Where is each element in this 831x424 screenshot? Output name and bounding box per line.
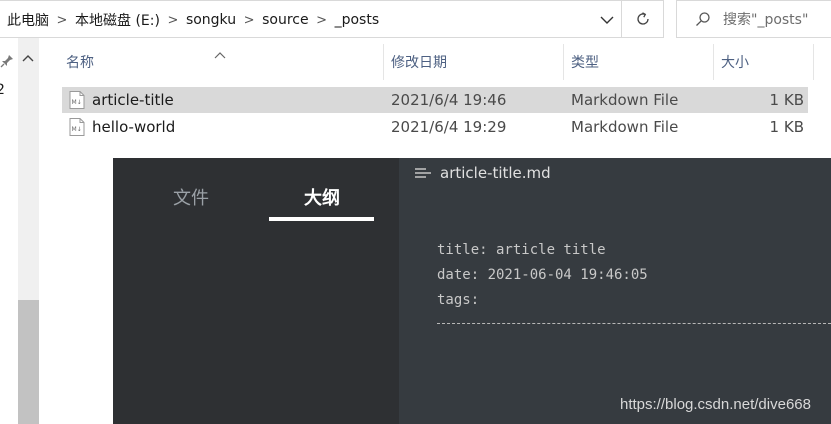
front-matter-line[interactable]: tags: (437, 292, 479, 308)
markdown-file-icon: M↓ (69, 118, 85, 140)
chevron-right-icon[interactable]: > (311, 13, 333, 28)
column-header-name[interactable]: 名称 (60, 44, 94, 80)
typora-sidebar: 文件 大纲 (113, 158, 399, 424)
tab-files[interactable]: 文件 (173, 184, 209, 210)
search-icon (695, 11, 711, 27)
breadcrumb: 此电脑 > 本地磁盘 (E:) > songku > source > _pos… (5, 1, 381, 39)
chevron-right-icon[interactable]: > (162, 13, 184, 28)
breadcrumb-local-disk[interactable]: 本地磁盘 (E:) (73, 10, 162, 30)
chevron-right-icon[interactable]: > (238, 13, 260, 28)
breadcrumb-this-pc[interactable]: 此电脑 (5, 10, 51, 30)
pin-icon (0, 53, 14, 72)
file-type: Markdown File (571, 91, 679, 109)
file-size: 1 KB (769, 91, 804, 109)
typora-window: 文件 大纲 article-title.md title: article ti… (113, 158, 831, 424)
file-list-scrollbar[interactable] (815, 38, 831, 158)
active-tab-indicator (269, 217, 374, 221)
document-title-bar: article-title.md (414, 164, 551, 182)
front-matter-divider (437, 323, 831, 324)
column-divider[interactable] (813, 44, 814, 80)
column-header-type[interactable]: 类型 (565, 44, 599, 80)
column-header-size[interactable]: 大小 (715, 44, 749, 80)
column-divider[interactable] (713, 44, 714, 80)
markdown-file-icon: M↓ (69, 91, 85, 113)
nav-scroll-up-button[interactable] (22, 48, 34, 67)
file-type: Markdown File (571, 118, 679, 136)
nav-item-partial[interactable]: 2 (0, 82, 5, 98)
file-name: article-title (92, 91, 174, 109)
file-row[interactable]: M↓ hello-world 2021/6/4 19:29 Markdown F… (62, 114, 808, 140)
search-input[interactable]: 搜索"_posts" (676, 0, 831, 38)
search-placeholder: 搜索"_posts" (723, 12, 809, 28)
chevron-down-icon (600, 16, 614, 24)
svg-text:M↓: M↓ (72, 99, 82, 106)
front-matter-line[interactable]: title: article title (437, 242, 606, 258)
breadcrumb-posts[interactable]: _posts (333, 12, 382, 28)
file-row[interactable]: M↓ article-title 2021/6/4 19:46 Markdown… (62, 87, 808, 113)
breadcrumb-songku[interactable]: songku (184, 12, 238, 28)
tab-outline[interactable]: 大纲 (304, 184, 340, 210)
refresh-icon (636, 12, 649, 25)
file-name: hello-world (92, 118, 176, 136)
chevron-right-icon[interactable]: > (51, 13, 73, 28)
file-date: 2021/6/4 19:46 (391, 91, 507, 109)
watermark-text: https://blog.csdn.net/dive668 (620, 396, 811, 413)
file-size: 1 KB (769, 118, 804, 136)
front-matter-line[interactable]: date: 2021-06-04 19:46:05 (437, 267, 648, 283)
address-bar[interactable]: 此电脑 > 本地磁盘 (E:) > songku > source > _pos… (0, 0, 622, 38)
nav-scrollbar-thumb[interactable] (18, 300, 39, 424)
svg-text:M↓: M↓ (72, 126, 82, 133)
column-divider[interactable] (383, 44, 384, 80)
file-date: 2021/6/4 19:29 (391, 118, 507, 136)
column-header-row: 名称 修改日期 类型 大小 (60, 44, 815, 80)
column-divider[interactable] (563, 44, 564, 80)
address-history-dropdown[interactable] (592, 1, 622, 39)
document-title: article-title.md (440, 164, 551, 182)
outline-toggle-icon[interactable] (414, 166, 432, 180)
chevron-up-icon (22, 55, 34, 62)
breadcrumb-source[interactable]: source (260, 12, 311, 28)
column-header-date[interactable]: 修改日期 (385, 44, 447, 80)
refresh-button[interactable] (622, 0, 664, 38)
